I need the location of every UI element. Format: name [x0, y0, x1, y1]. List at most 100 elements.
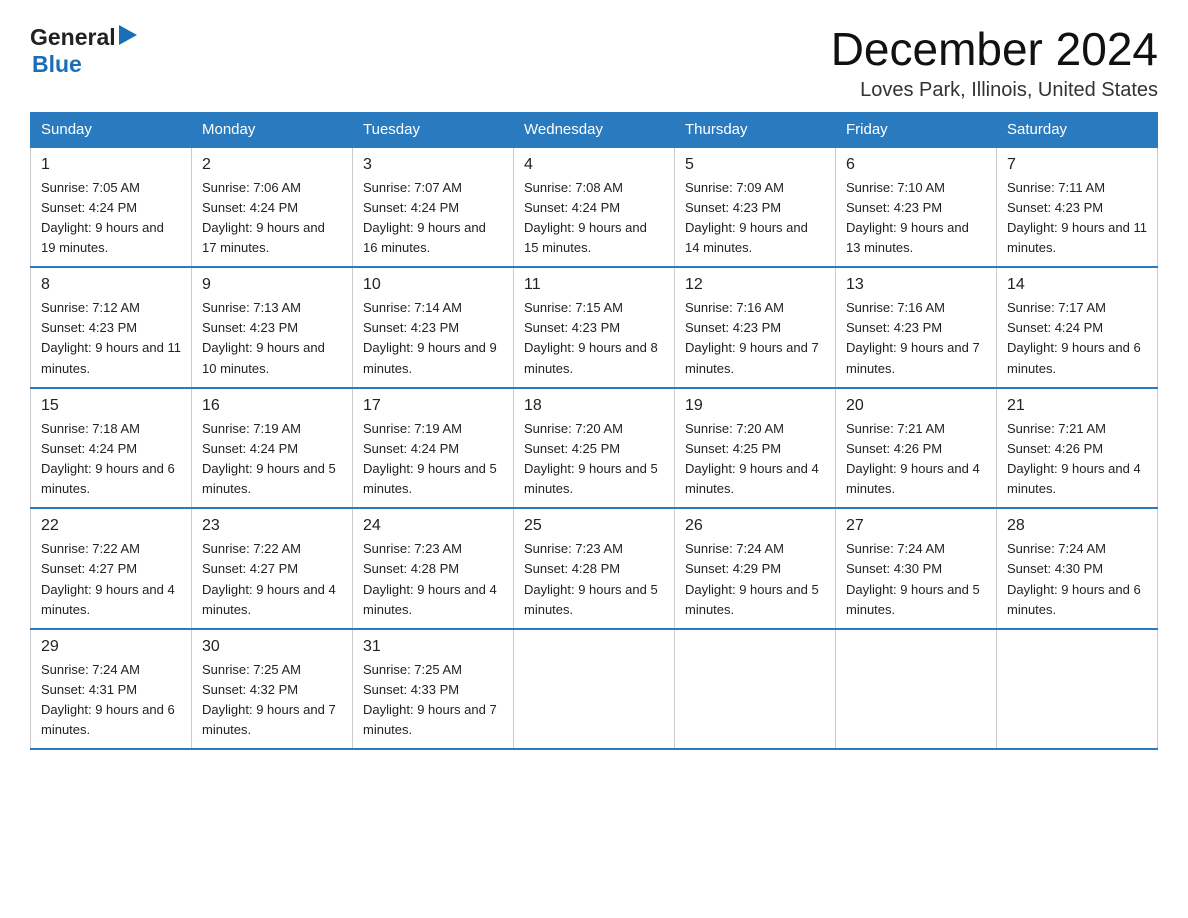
day-number: 17: [363, 397, 503, 415]
day-number: 20: [846, 397, 986, 415]
day-number: 2: [202, 156, 342, 174]
day-info: Sunrise: 7:20 AMSunset: 4:25 PMDaylight:…: [524, 421, 658, 496]
day-number: 24: [363, 517, 503, 535]
day-info: Sunrise: 7:25 AMSunset: 4:33 PMDaylight:…: [363, 662, 497, 737]
day-info: Sunrise: 7:19 AMSunset: 4:24 PMDaylight:…: [363, 421, 497, 496]
day-info: Sunrise: 7:05 AMSunset: 4:24 PMDaylight:…: [41, 180, 164, 255]
table-row: 25 Sunrise: 7:23 AMSunset: 4:28 PMDaylig…: [514, 508, 675, 629]
day-number: 5: [685, 156, 825, 174]
day-number: 19: [685, 397, 825, 415]
day-info: Sunrise: 7:07 AMSunset: 4:24 PMDaylight:…: [363, 180, 486, 255]
table-row: [514, 629, 675, 750]
title-block: December 2024 Loves Park, Illinois, Unit…: [831, 24, 1158, 102]
table-row: 31 Sunrise: 7:25 AMSunset: 4:33 PMDaylig…: [353, 629, 514, 750]
day-info: Sunrise: 7:24 AMSunset: 4:29 PMDaylight:…: [685, 541, 819, 616]
col-tuesday: Tuesday: [353, 112, 514, 147]
day-number: 10: [363, 276, 503, 294]
table-row: 9 Sunrise: 7:13 AMSunset: 4:23 PMDayligh…: [192, 267, 353, 388]
table-row: 13 Sunrise: 7:16 AMSunset: 4:23 PMDaylig…: [836, 267, 997, 388]
table-row: 23 Sunrise: 7:22 AMSunset: 4:27 PMDaylig…: [192, 508, 353, 629]
col-sunday: Sunday: [31, 112, 192, 147]
table-row: 24 Sunrise: 7:23 AMSunset: 4:28 PMDaylig…: [353, 508, 514, 629]
day-info: Sunrise: 7:12 AMSunset: 4:23 PMDaylight:…: [41, 300, 181, 375]
table-row: 7 Sunrise: 7:11 AMSunset: 4:23 PMDayligh…: [997, 147, 1158, 268]
day-number: 28: [1007, 517, 1147, 535]
day-number: 31: [363, 638, 503, 656]
day-info: Sunrise: 7:16 AMSunset: 4:23 PMDaylight:…: [685, 300, 819, 375]
table-row: [836, 629, 997, 750]
month-title: December 2024: [831, 24, 1158, 75]
day-info: Sunrise: 7:10 AMSunset: 4:23 PMDaylight:…: [846, 180, 969, 255]
day-info: Sunrise: 7:23 AMSunset: 4:28 PMDaylight:…: [524, 541, 658, 616]
col-monday: Monday: [192, 112, 353, 147]
day-number: 15: [41, 397, 181, 415]
col-saturday: Saturday: [997, 112, 1158, 147]
day-info: Sunrise: 7:25 AMSunset: 4:32 PMDaylight:…: [202, 662, 336, 737]
col-friday: Friday: [836, 112, 997, 147]
col-thursday: Thursday: [675, 112, 836, 147]
day-number: 12: [685, 276, 825, 294]
col-wednesday: Wednesday: [514, 112, 675, 147]
calendar-week-row: 15 Sunrise: 7:18 AMSunset: 4:24 PMDaylig…: [31, 388, 1158, 509]
table-row: 21 Sunrise: 7:21 AMSunset: 4:26 PMDaylig…: [997, 388, 1158, 509]
day-number: 9: [202, 276, 342, 294]
table-row: 19 Sunrise: 7:20 AMSunset: 4:25 PMDaylig…: [675, 388, 836, 509]
day-info: Sunrise: 7:22 AMSunset: 4:27 PMDaylight:…: [202, 541, 336, 616]
day-number: 16: [202, 397, 342, 415]
day-info: Sunrise: 7:24 AMSunset: 4:30 PMDaylight:…: [1007, 541, 1141, 616]
table-row: 4 Sunrise: 7:08 AMSunset: 4:24 PMDayligh…: [514, 147, 675, 268]
day-info: Sunrise: 7:24 AMSunset: 4:31 PMDaylight:…: [41, 662, 175, 737]
table-row: 10 Sunrise: 7:14 AMSunset: 4:23 PMDaylig…: [353, 267, 514, 388]
table-row: 22 Sunrise: 7:22 AMSunset: 4:27 PMDaylig…: [31, 508, 192, 629]
day-number: 27: [846, 517, 986, 535]
table-row: [997, 629, 1158, 750]
logo-blue-text: Blue: [32, 51, 82, 77]
table-row: 14 Sunrise: 7:17 AMSunset: 4:24 PMDaylig…: [997, 267, 1158, 388]
day-number: 14: [1007, 276, 1147, 294]
day-info: Sunrise: 7:19 AMSunset: 4:24 PMDaylight:…: [202, 421, 336, 496]
table-row: 18 Sunrise: 7:20 AMSunset: 4:25 PMDaylig…: [514, 388, 675, 509]
table-row: 8 Sunrise: 7:12 AMSunset: 4:23 PMDayligh…: [31, 267, 192, 388]
calendar-table: Sunday Monday Tuesday Wednesday Thursday…: [30, 112, 1158, 751]
day-info: Sunrise: 7:08 AMSunset: 4:24 PMDaylight:…: [524, 180, 647, 255]
day-number: 22: [41, 517, 181, 535]
day-number: 7: [1007, 156, 1147, 174]
day-number: 6: [846, 156, 986, 174]
day-info: Sunrise: 7:14 AMSunset: 4:23 PMDaylight:…: [363, 300, 497, 375]
day-info: Sunrise: 7:18 AMSunset: 4:24 PMDaylight:…: [41, 421, 175, 496]
day-number: 13: [846, 276, 986, 294]
calendar-week-row: 8 Sunrise: 7:12 AMSunset: 4:23 PMDayligh…: [31, 267, 1158, 388]
table-row: 16 Sunrise: 7:19 AMSunset: 4:24 PMDaylig…: [192, 388, 353, 509]
table-row: 2 Sunrise: 7:06 AMSunset: 4:24 PMDayligh…: [192, 147, 353, 268]
day-number: 4: [524, 156, 664, 174]
day-info: Sunrise: 7:09 AMSunset: 4:23 PMDaylight:…: [685, 180, 808, 255]
table-row: 5 Sunrise: 7:09 AMSunset: 4:23 PMDayligh…: [675, 147, 836, 268]
table-row: 17 Sunrise: 7:19 AMSunset: 4:24 PMDaylig…: [353, 388, 514, 509]
location-subtitle: Loves Park, Illinois, United States: [831, 79, 1158, 102]
table-row: [675, 629, 836, 750]
table-row: 28 Sunrise: 7:24 AMSunset: 4:30 PMDaylig…: [997, 508, 1158, 629]
day-info: Sunrise: 7:21 AMSunset: 4:26 PMDaylight:…: [1007, 421, 1141, 496]
table-row: 20 Sunrise: 7:21 AMSunset: 4:26 PMDaylig…: [836, 388, 997, 509]
day-number: 26: [685, 517, 825, 535]
day-info: Sunrise: 7:21 AMSunset: 4:26 PMDaylight:…: [846, 421, 980, 496]
table-row: 26 Sunrise: 7:24 AMSunset: 4:29 PMDaylig…: [675, 508, 836, 629]
table-row: 11 Sunrise: 7:15 AMSunset: 4:23 PMDaylig…: [514, 267, 675, 388]
day-number: 25: [524, 517, 664, 535]
table-row: 6 Sunrise: 7:10 AMSunset: 4:23 PMDayligh…: [836, 147, 997, 268]
table-row: 15 Sunrise: 7:18 AMSunset: 4:24 PMDaylig…: [31, 388, 192, 509]
day-number: 29: [41, 638, 181, 656]
table-row: 12 Sunrise: 7:16 AMSunset: 4:23 PMDaylig…: [675, 267, 836, 388]
logo-arrow-icon: [119, 25, 137, 50]
day-info: Sunrise: 7:20 AMSunset: 4:25 PMDaylight:…: [685, 421, 819, 496]
table-row: 30 Sunrise: 7:25 AMSunset: 4:32 PMDaylig…: [192, 629, 353, 750]
day-number: 21: [1007, 397, 1147, 415]
table-row: 29 Sunrise: 7:24 AMSunset: 4:31 PMDaylig…: [31, 629, 192, 750]
day-number: 3: [363, 156, 503, 174]
calendar-week-row: 22 Sunrise: 7:22 AMSunset: 4:27 PMDaylig…: [31, 508, 1158, 629]
day-info: Sunrise: 7:22 AMSunset: 4:27 PMDaylight:…: [41, 541, 175, 616]
day-number: 11: [524, 276, 664, 294]
calendar-week-row: 29 Sunrise: 7:24 AMSunset: 4:31 PMDaylig…: [31, 629, 1158, 750]
day-info: Sunrise: 7:24 AMSunset: 4:30 PMDaylight:…: [846, 541, 980, 616]
day-number: 23: [202, 517, 342, 535]
